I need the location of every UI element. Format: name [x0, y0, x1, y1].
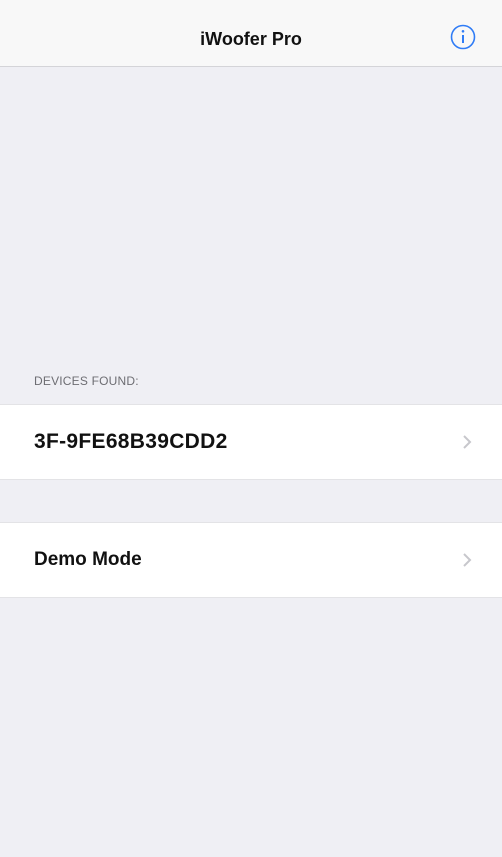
- device-name: 3F-9FE68B39CDD2: [34, 430, 228, 453]
- devices-found-header: DEVICES FOUND:: [34, 374, 139, 388]
- chevron-right-icon: [462, 552, 472, 568]
- navigation-bar: iWoofer Pro: [0, 0, 502, 67]
- info-icon[interactable]: [450, 24, 476, 50]
- demo-mode-label: Demo Mode: [34, 549, 142, 570]
- demo-mode-item[interactable]: Demo Mode: [0, 522, 502, 598]
- chevron-right-icon: [462, 434, 472, 450]
- device-list-item[interactable]: 3F-9FE68B39CDD2: [0, 404, 502, 480]
- app-screen: iWoofer Pro DEVICES FOUND: 3F-9FE68B39CD…: [0, 0, 502, 857]
- page-title: iWoofer Pro: [200, 29, 302, 49]
